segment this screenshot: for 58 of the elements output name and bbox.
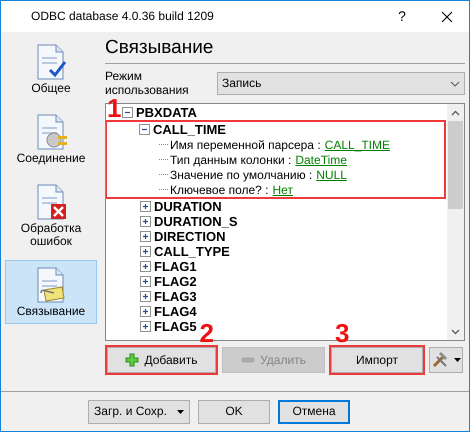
collapse-icon[interactable] — [122, 107, 133, 118]
tree-node[interactable]: DURATION — [154, 199, 222, 215]
tree-node[interactable]: FLAG3 — [154, 289, 197, 305]
expand-icon[interactable] — [140, 231, 151, 242]
expand-icon[interactable] — [140, 291, 151, 302]
plus-icon — [125, 353, 140, 368]
sidebar-item[interactable]: Связывание — [5, 260, 97, 324]
callout-number: 3 — [335, 320, 350, 346]
tree-node[interactable]: FLAG2 — [154, 274, 197, 290]
property-label: Ключевое поле? : — [170, 182, 269, 198]
tools-icon — [431, 352, 449, 368]
expand-icon[interactable] — [140, 201, 151, 212]
collapse-icon[interactable] — [139, 124, 150, 136]
sidebar-item[interactable]: Соединение — [5, 106, 97, 171]
scroll-up-icon[interactable] — [451, 110, 460, 116]
tree-node[interactable]: CALL_TIME — [153, 122, 226, 138]
callout-number: 2 — [200, 320, 214, 346]
tools-button[interactable] — [429, 347, 463, 374]
page-heading: Связывание — [105, 36, 465, 64]
tree-node[interactable]: DIRECTION — [154, 229, 226, 245]
tree-node[interactable]: FLAG1 — [154, 259, 197, 275]
expand-icon[interactable] — [140, 276, 151, 288]
tree-node[interactable]: FLAG5 — [154, 319, 197, 335]
sidebar-item[interactable]: Общее — [5, 37, 97, 101]
add-button[interactable]: Добавить — [107, 347, 216, 374]
window-title: ODBC database 4.0.36 build 1209 — [31, 9, 215, 24]
footer-button[interactable]: OK — [198, 400, 270, 424]
close-icon[interactable] — [441, 10, 453, 22]
tree-node[interactable]: CALL_TYPE — [154, 244, 230, 260]
expand-icon[interactable] — [140, 321, 151, 332]
tree-node[interactable]: PBXDATA — [136, 105, 197, 121]
help-button[interactable]: ? — [379, 8, 425, 25]
callout-number: 1 — [107, 95, 122, 122]
expand-icon[interactable] — [140, 246, 151, 258]
tree-node[interactable]: DURATION_S — [154, 214, 238, 230]
mode-value: Запись — [222, 76, 262, 91]
chevron-down-icon[interactable] — [450, 80, 460, 87]
footer-button[interactable]: Загр. и Сохр. — [88, 400, 190, 424]
expand-icon[interactable] — [140, 216, 151, 228]
property-label: Имя переменной парсера : — [170, 138, 321, 152]
mode-dropdown[interactable]: Запись — [217, 72, 465, 96]
property-value-link[interactable]: CALL_TIME — [324, 138, 390, 152]
property-value-link[interactable]: DateTime — [295, 152, 347, 168]
property-value-link[interactable]: Нет — [272, 182, 293, 198]
property-label: Значение по умолчанию : — [170, 168, 312, 182]
footer-button[interactable]: Отмена — [278, 400, 350, 424]
mode-label: Режим использования — [105, 70, 190, 98]
tree-node[interactable]: FLAG4 — [154, 304, 197, 320]
property-value-link[interactable]: NULL — [316, 168, 347, 182]
scroll-down-icon[interactable] — [451, 328, 460, 335]
caret-icon — [454, 358, 461, 362]
minus-icon — [241, 357, 256, 364]
import-button[interactable]: Импорт — [331, 347, 423, 374]
expand-icon[interactable] — [140, 306, 151, 318]
expand-icon[interactable] — [140, 261, 151, 272]
property-label: Тип данным колонки : — [170, 152, 292, 168]
sidebar-item[interactable]: Обработка ошибок — [5, 176, 97, 254]
scrollbar[interactable] — [447, 104, 464, 340]
